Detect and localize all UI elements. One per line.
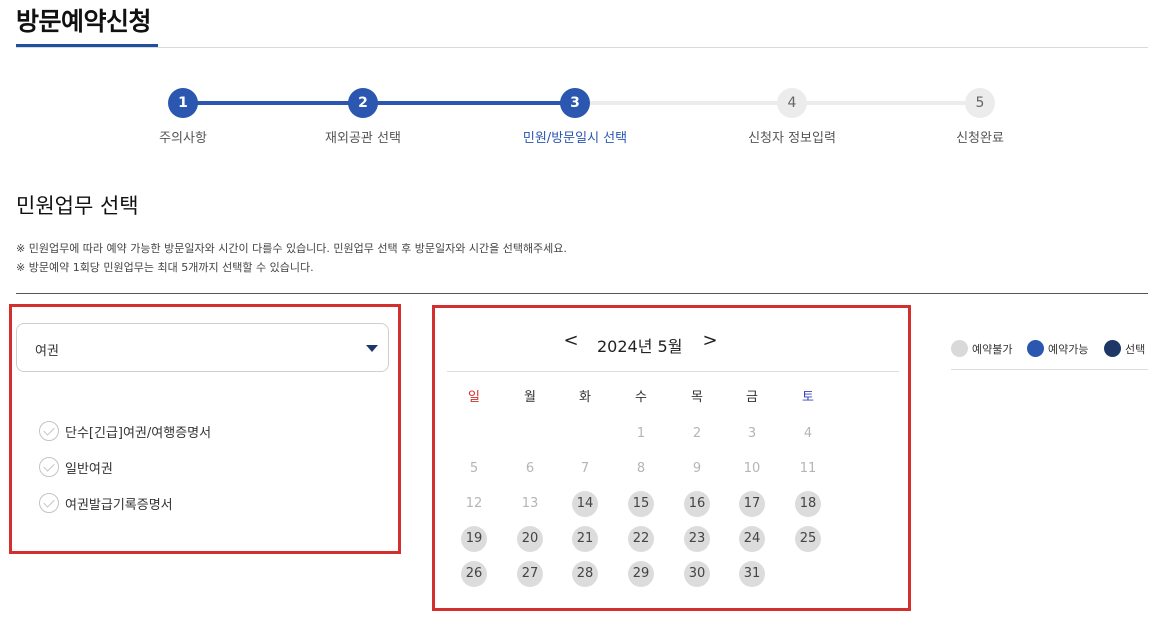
legend-label: 예약불가 [972, 342, 1013, 356]
weekday-header: 목 [691, 390, 703, 405]
weekday-header: 토 [802, 390, 814, 405]
step-label: 주의사항 [159, 131, 207, 146]
calendar-day[interactable]: 15 [628, 491, 654, 517]
calendar-day: 12 [465, 496, 483, 511]
calendar-day[interactable]: 18 [795, 491, 821, 517]
calendar-day: 9 [692, 461, 702, 476]
step-3: 3 민원/방문일시 선택 [495, 86, 655, 146]
calendar-day[interactable]: 30 [684, 561, 710, 587]
step-label: 재외공관 선택 [325, 131, 401, 146]
step-2: 2 재외공관 선택 [283, 86, 443, 146]
step-label: 신청자 정보입력 [748, 131, 836, 146]
legend-item-unavailable: 예약불가 [951, 340, 1012, 357]
section-title: 민원업무 선택 [16, 194, 139, 218]
calendar-month-title: 2024년 5월 [597, 337, 683, 356]
notice-text: ※ 방문예약 1회당 민원업무는 최대 5개까지 선택할 수 있습니다. [16, 261, 314, 274]
step-label: 민원/방문일시 선택 [522, 131, 628, 146]
task-select-value: 여권 [35, 344, 59, 359]
calendar-day: 6 [525, 461, 535, 476]
step-number: 2 [348, 88, 378, 118]
progress-stepper: 1 주의사항 2 재외공관 선택 3 민원/방문일시 선택 4 신청자 정보입력… [0, 86, 1164, 156]
calendar-day[interactable]: 27 [517, 561, 543, 587]
calendar-day[interactable]: 31 [739, 561, 765, 587]
calendar-day: 10 [743, 461, 761, 476]
page-title: 방문예약신청 [16, 7, 152, 36]
task-category-select[interactable]: 여권 [16, 323, 389, 372]
legend-divider [951, 369, 1148, 370]
step-label: 신청완료 [956, 131, 1004, 146]
calendar-day[interactable]: 21 [572, 526, 598, 552]
calendar-day[interactable]: 29 [628, 561, 654, 587]
next-month-button[interactable]: > [700, 330, 720, 356]
calendar-day[interactable]: 25 [795, 526, 821, 552]
legend-label: 선택 [1125, 342, 1146, 356]
calendar-day: 1 [636, 426, 646, 441]
calendar-day[interactable]: 14 [572, 491, 598, 517]
section-divider [16, 293, 1148, 294]
step-1: 1 주의사항 [103, 86, 263, 146]
task-option-label: 일반여권 [65, 461, 113, 477]
prev-month-button[interactable]: < [561, 330, 581, 356]
calendar-day: 13 [521, 496, 539, 511]
check-circle-icon [39, 421, 59, 441]
step-number: 3 [560, 88, 590, 118]
calendar-day[interactable]: 24 [739, 526, 765, 552]
calendar-day: 2 [692, 426, 702, 441]
step-number: 4 [777, 88, 807, 118]
task-option[interactable]: 일반여권 [39, 456, 113, 478]
calendar-day[interactable]: 16 [684, 491, 710, 517]
calendar-day[interactable]: 26 [461, 561, 487, 587]
legend-item-selected: 선택 [1104, 340, 1145, 357]
calendar-day[interactable]: 28 [572, 561, 598, 587]
legend-item-available: 예약가능 [1027, 340, 1088, 357]
weekday-header: 일 [468, 390, 480, 405]
calendar-day: 11 [799, 461, 817, 476]
check-circle-icon [39, 493, 59, 513]
step-number: 1 [168, 88, 198, 118]
weekday-header: 금 [746, 390, 758, 405]
task-option-label: 여권발급기록증명서 [65, 497, 173, 513]
calendar-divider [447, 371, 899, 372]
check-circle-icon [39, 457, 59, 477]
step-4: 4 신청자 정보입력 [712, 86, 872, 146]
step-5: 5 신청완료 [900, 86, 1060, 146]
title-divider [16, 47, 1148, 48]
calendar-day[interactable]: 20 [517, 526, 543, 552]
weekday-header: 수 [635, 390, 647, 405]
calendar-day: 8 [636, 461, 646, 476]
legend-dot-icon [1104, 340, 1121, 357]
weekday-header: 화 [579, 390, 591, 405]
notice-text: ※ 민원업무에 따라 예약 가능한 방문일자와 시간이 다를수 있습니다. 민원… [16, 242, 567, 255]
calendar-day[interactable]: 23 [684, 526, 710, 552]
legend-dot-icon [951, 340, 968, 357]
calendar-day: 3 [747, 426, 757, 441]
weekday-header: 월 [524, 390, 536, 405]
task-option[interactable]: 단수[긴급]여권/여행증명서 [39, 420, 211, 442]
calendar-day[interactable]: 22 [628, 526, 654, 552]
calendar-day: 7 [580, 461, 590, 476]
calendar-day[interactable]: 17 [739, 491, 765, 517]
legend-label: 예약가능 [1048, 342, 1089, 356]
calendar-day: 4 [803, 426, 813, 441]
step-number: 5 [965, 88, 995, 118]
calendar-day: 5 [469, 461, 479, 476]
caret-down-icon [366, 345, 378, 352]
legend-dot-icon [1027, 340, 1044, 357]
task-option-label: 단수[긴급]여권/여행증명서 [65, 425, 212, 441]
task-option[interactable]: 여권발급기록증명서 [39, 492, 173, 514]
calendar-day[interactable]: 19 [461, 526, 487, 552]
